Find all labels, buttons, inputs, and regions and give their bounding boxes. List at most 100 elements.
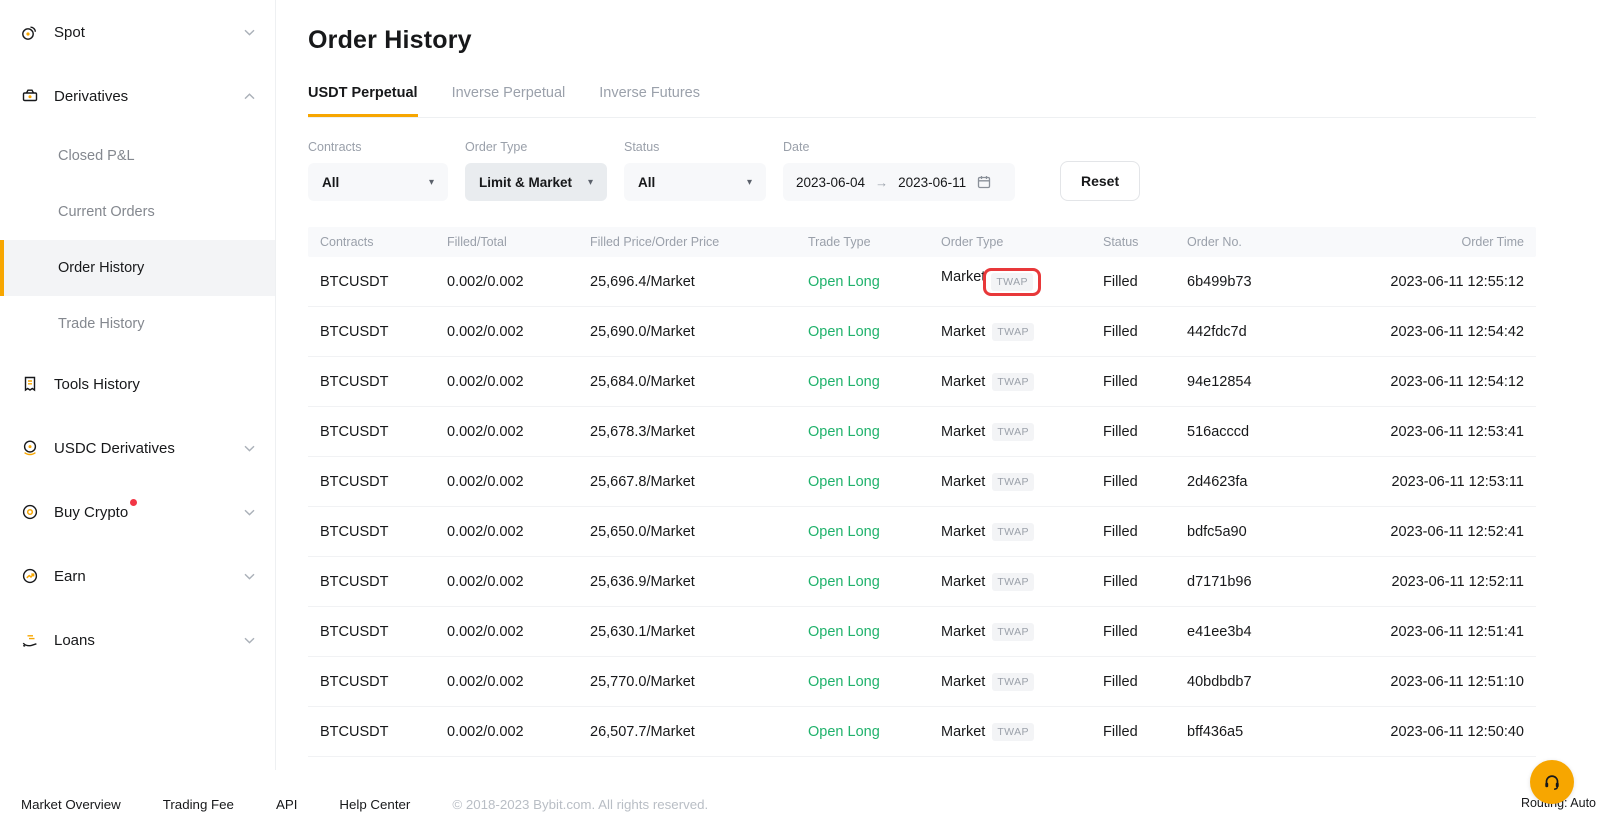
filter-label-order-type: Order Type bbox=[465, 140, 607, 154]
cell-order-time: 2023-06-11 12:53:11 bbox=[1357, 474, 1536, 490]
sidebar-item-trade-history[interactable]: Trade History bbox=[0, 296, 275, 352]
footer: Market Overview Trading Fee API Help Cen… bbox=[21, 797, 708, 812]
column-header-filled-total: Filled/Total bbox=[447, 235, 590, 249]
cell-filled-price: 25,696.4/Market bbox=[590, 274, 808, 290]
column-header-trade-type: Trade Type bbox=[808, 235, 941, 249]
cell-order-type: MarketTWAP bbox=[941, 473, 1103, 491]
page-title: Order History bbox=[308, 26, 1536, 55]
sidebar-item-tools-history[interactable]: Tools History bbox=[0, 364, 275, 404]
order-type-select[interactable]: Limit & Market ▾ bbox=[465, 163, 607, 201]
table-body: BTCUSDT0.002/0.00225,696.4/MarketOpen Lo… bbox=[308, 257, 1536, 757]
headset-icon bbox=[1541, 771, 1563, 793]
cell-order-time: 2023-06-11 12:54:42 bbox=[1357, 324, 1536, 340]
cell-trade-type: Open Long bbox=[808, 674, 941, 690]
sidebar-item-label: Tools History bbox=[54, 376, 140, 393]
sidebar-item-closed-pnl[interactable]: Closed P&L bbox=[0, 128, 275, 184]
cell-filled-price: 25,684.0/Market bbox=[590, 374, 808, 390]
sidebar-item-label: USDC Derivatives bbox=[54, 440, 175, 457]
cell-order-type: MarketTWAP bbox=[941, 323, 1103, 341]
status-select[interactable]: All ▾ bbox=[624, 163, 766, 201]
chevron-down-icon bbox=[244, 29, 255, 36]
sidebar-item-spot[interactable]: Spot bbox=[0, 12, 275, 52]
cell-contracts: BTCUSDT bbox=[308, 574, 447, 590]
date-range-picker[interactable]: 2023-06-04 → 2023-06-11 bbox=[783, 163, 1015, 201]
cell-status: Filled bbox=[1103, 724, 1187, 740]
sidebar-item-usdc-derivatives[interactable]: USDC Derivatives bbox=[0, 428, 275, 468]
cell-order-no: 516acccd bbox=[1187, 424, 1357, 440]
cell-trade-type: Open Long bbox=[808, 274, 941, 290]
cell-order-no: 94e12854 bbox=[1187, 374, 1357, 390]
tab-inverse-perpetual[interactable]: Inverse Perpetual bbox=[452, 85, 566, 117]
footer-link-api[interactable]: API bbox=[276, 797, 297, 812]
cell-contracts: BTCUSDT bbox=[308, 324, 447, 340]
sidebar-item-label: Derivatives bbox=[54, 88, 128, 105]
tab-inverse-futures[interactable]: Inverse Futures bbox=[599, 85, 700, 117]
table-row: BTCUSDT0.002/0.00225,690.0/MarketOpen Lo… bbox=[308, 307, 1536, 357]
footer-link-trading-fee[interactable]: Trading Fee bbox=[163, 797, 234, 812]
table-row: BTCUSDT0.002/0.00225,667.8/MarketOpen Lo… bbox=[308, 457, 1536, 507]
cell-trade-type: Open Long bbox=[808, 324, 941, 340]
sidebar-item-earn[interactable]: Earn bbox=[0, 556, 275, 596]
cell-order-no: 2d4623fa bbox=[1187, 474, 1357, 490]
cell-contracts: BTCUSDT bbox=[308, 724, 447, 740]
cell-order-time: 2023-06-11 12:52:11 bbox=[1357, 574, 1536, 590]
twap-badge: TWAP bbox=[992, 573, 1034, 591]
twap-badge: TWAP bbox=[991, 273, 1033, 291]
order-type-text: Market bbox=[941, 674, 985, 690]
sidebar-item-derivatives[interactable]: Derivatives bbox=[0, 76, 275, 116]
cell-filled-total: 0.002/0.002 bbox=[447, 524, 590, 540]
table-row: BTCUSDT0.002/0.00225,770.0/MarketOpen Lo… bbox=[308, 657, 1536, 707]
column-header-status: Status bbox=[1103, 235, 1187, 249]
twap-badge: TWAP bbox=[992, 323, 1034, 341]
cell-filled-total: 0.002/0.002 bbox=[447, 574, 590, 590]
cell-status: Filled bbox=[1103, 624, 1187, 640]
cell-order-no: 442fdc7d bbox=[1187, 324, 1357, 340]
derivatives-submenu: Closed P&L Current Orders Order History … bbox=[0, 128, 275, 352]
twap-highlight-annotation: TWAP bbox=[983, 268, 1041, 296]
cell-trade-type: Open Long bbox=[808, 524, 941, 540]
order-type-text: Market bbox=[941, 474, 985, 490]
order-history-table: Contracts Filled/Total Filled Price/Orde… bbox=[308, 227, 1536, 757]
cell-order-time: 2023-06-11 12:51:41 bbox=[1357, 624, 1536, 640]
cell-filled-price: 25,770.0/Market bbox=[590, 674, 808, 690]
cell-filled-total: 0.002/0.002 bbox=[447, 424, 590, 440]
tab-usdt-perpetual[interactable]: USDT Perpetual bbox=[308, 85, 418, 117]
cell-order-time: 2023-06-11 12:55:12 bbox=[1357, 274, 1536, 290]
footer-link-help-center[interactable]: Help Center bbox=[339, 797, 410, 812]
support-button[interactable] bbox=[1530, 760, 1574, 804]
cell-status: Filled bbox=[1103, 374, 1187, 390]
order-type-text: Market bbox=[941, 524, 985, 540]
sidebar-item-buy-crypto[interactable]: Buy Crypto bbox=[0, 492, 275, 532]
sidebar-item-order-history[interactable]: Order History bbox=[0, 240, 275, 296]
order-type-select-value: Limit & Market bbox=[479, 175, 572, 190]
table-row: BTCUSDT0.002/0.00225,636.9/MarketOpen Lo… bbox=[308, 557, 1536, 607]
contracts-select[interactable]: All ▾ bbox=[308, 163, 448, 201]
order-type-text: Market bbox=[941, 724, 985, 740]
table-row: BTCUSDT0.002/0.00225,630.1/MarketOpen Lo… bbox=[308, 607, 1536, 657]
table-row: BTCUSDT0.002/0.00225,684.0/MarketOpen Lo… bbox=[308, 357, 1536, 407]
order-type-text: Market bbox=[941, 574, 985, 590]
cell-filled-price: 25,667.8/Market bbox=[590, 474, 808, 490]
caret-down-icon: ▾ bbox=[747, 177, 752, 188]
caret-down-icon: ▾ bbox=[429, 177, 434, 188]
cell-filled-total: 0.002/0.002 bbox=[447, 474, 590, 490]
cell-trade-type: Open Long bbox=[808, 724, 941, 740]
contracts-select-value: All bbox=[322, 175, 339, 190]
cell-status: Filled bbox=[1103, 474, 1187, 490]
cell-order-no: 40bdbdb7 bbox=[1187, 674, 1357, 690]
sidebar-item-current-orders[interactable]: Current Orders bbox=[0, 184, 275, 240]
cell-filled-price: 25,690.0/Market bbox=[590, 324, 808, 340]
cell-filled-price: 25,650.0/Market bbox=[590, 524, 808, 540]
footer-link-market-overview[interactable]: Market Overview bbox=[21, 797, 121, 812]
chevron-down-icon bbox=[244, 637, 255, 644]
cell-order-time: 2023-06-11 12:53:41 bbox=[1357, 424, 1536, 440]
cell-trade-type: Open Long bbox=[808, 474, 941, 490]
spot-icon bbox=[20, 22, 40, 42]
filter-label-date: Date bbox=[783, 140, 1015, 154]
sidebar-item-loans[interactable]: Loans bbox=[0, 620, 275, 660]
cell-filled-price: 25,678.3/Market bbox=[590, 424, 808, 440]
cell-contracts: BTCUSDT bbox=[308, 374, 447, 390]
cell-status: Filled bbox=[1103, 424, 1187, 440]
filter-label-contracts: Contracts bbox=[308, 140, 448, 154]
reset-button[interactable]: Reset bbox=[1060, 161, 1140, 201]
